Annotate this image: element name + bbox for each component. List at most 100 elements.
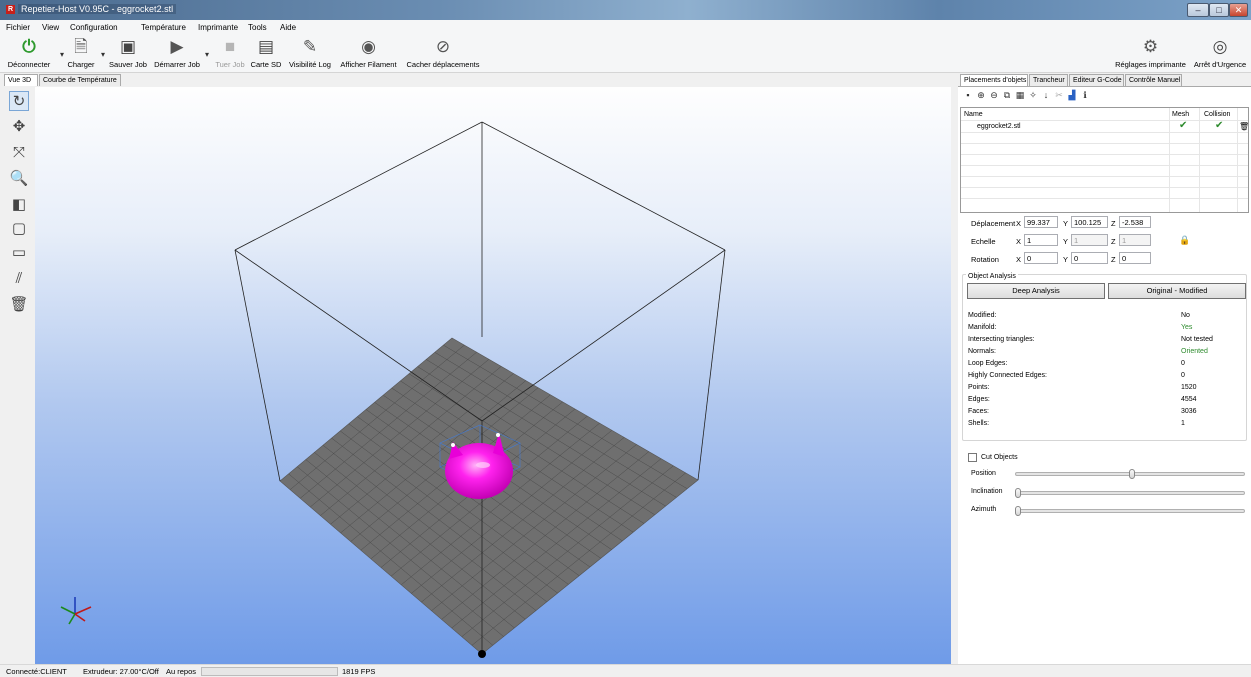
translation-y-input[interactable]: 100.125: [1071, 216, 1108, 228]
tab-3d-view[interactable]: Vue 3D: [4, 74, 38, 86]
emergency-stop-label: Arrêt d'Urgence: [1193, 60, 1247, 69]
inclination-slider[interactable]: [1015, 491, 1245, 495]
object-placement-panel: ▪ ⊕ ⊖ ⧉ ▦ ✧ ↓ ✂ ▟ ℹ Name Mesh Collision …: [958, 86, 1251, 664]
object-name: eggrocket2.stl: [977, 123, 1021, 130]
mesh-ok-icon: ✔: [1179, 120, 1188, 131]
delete-row-icon[interactable]: 🗑: [1239, 122, 1249, 131]
app-icon: R: [6, 5, 15, 14]
copy-object-icon[interactable]: ⧉: [1001, 90, 1013, 101]
scale-y-input[interactable]: 1: [1071, 234, 1108, 246]
floppy-icon: ▣: [119, 37, 137, 56]
land-object-icon[interactable]: ▟: [1066, 90, 1078, 101]
disconnect-button[interactable]: ⏻ Déconnecter: [2, 35, 56, 73]
menu-temperature[interactable]: Température: [141, 23, 186, 32]
inclination-label: Inclination: [971, 488, 1003, 495]
kill-job-button[interactable]: ■ Tuer Job: [212, 35, 248, 73]
tab-slicer[interactable]: Trancheur: [1029, 74, 1068, 86]
tab-temperature-curve[interactable]: Courbe de Température: [39, 74, 121, 86]
top-view-icon[interactable]: ▭: [9, 243, 29, 263]
scale-x-input[interactable]: 1: [1024, 234, 1058, 246]
tab-gcode-editor[interactable]: Editeur G-Code: [1069, 74, 1124, 86]
column-header-collision[interactable]: Collision: [1204, 111, 1230, 118]
analysis-value: 1: [1181, 420, 1185, 427]
show-filament-button[interactable]: ◉ Afficher Filament: [336, 35, 401, 73]
rotation-y-input[interactable]: 0: [1071, 252, 1108, 264]
menu-printer[interactable]: Imprimante: [198, 23, 238, 32]
minimize-button[interactable]: –: [1187, 3, 1209, 17]
connection-status: Connecté:CLIENT: [6, 667, 67, 676]
start-job-label: Démarrer Job: [154, 60, 200, 69]
play-icon: ▶: [170, 37, 184, 56]
tab-manual-control[interactable]: Contrôle Manuel: [1125, 74, 1182, 86]
emergency-stop-button[interactable]: ◎ Arrêt d'Urgence: [1190, 35, 1250, 73]
menu-tools[interactable]: Tools: [248, 23, 267, 32]
zoom-icon[interactable]: 🔍: [9, 169, 29, 189]
sd-card-button[interactable]: ▤ Carte SD: [248, 35, 284, 73]
position-slider-thumb[interactable]: [1129, 469, 1136, 479]
iso-view-icon[interactable]: ◧: [9, 195, 29, 215]
parallel-projection-icon[interactable]: ⫽: [9, 269, 29, 289]
azimuth-slider-thumb[interactable]: [1015, 506, 1021, 516]
printer-settings-button[interactable]: ⚙ Réglages imprimante: [1112, 35, 1189, 73]
menu-view[interactable]: View: [42, 23, 59, 32]
table-row[interactable]: eggrocket2.stl ✔ ✔ 🗑: [961, 120, 1249, 132]
analysis-value: 0: [1181, 360, 1185, 367]
scale-z-input[interactable]: 1: [1119, 234, 1151, 246]
analysis-label: Modified:: [968, 312, 997, 319]
panel-splitter[interactable]: [951, 74, 958, 664]
translation-y-label: Y: [1063, 219, 1069, 228]
analysis-label: Highly Connected Edges:: [968, 372, 1047, 379]
maximize-button[interactable]: □: [1209, 3, 1229, 17]
save-job-button[interactable]: ▣ Sauver Job: [105, 35, 151, 73]
rotate-view-icon[interactable]: ↻: [9, 91, 29, 111]
menu-configuration[interactable]: Configuration: [70, 23, 118, 32]
autoposition-icon[interactable]: ▦: [1014, 90, 1026, 101]
translation-z-input[interactable]: -2.538: [1119, 216, 1151, 228]
drop-object-icon[interactable]: ↓: [1040, 90, 1052, 100]
power-icon: ⏻: [22, 37, 36, 56]
rotation-z-input[interactable]: 0: [1119, 252, 1151, 264]
save-icon[interactable]: ▪: [962, 90, 974, 100]
emergency-stop-icon: ◎: [1212, 37, 1228, 56]
center-object-icon[interactable]: ✧: [1027, 90, 1039, 101]
front-view-icon[interactable]: ▢: [9, 219, 29, 239]
cut-icon[interactable]: ✂: [1053, 90, 1065, 101]
close-button[interactable]: ✕: [1229, 3, 1248, 17]
log-visibility-button[interactable]: ✎ Visibilité Log: [285, 35, 335, 73]
menu-bar: Fichier View Configuration Température I…: [0, 20, 1251, 35]
move-object-icon[interactable]: ⤧: [9, 143, 29, 163]
sd-card-icon: ▤: [257, 37, 275, 56]
menu-help[interactable]: Aide: [280, 23, 296, 32]
column-header-mesh[interactable]: Mesh: [1172, 111, 1189, 118]
start-dropdown-arrow[interactable]: ▾: [205, 50, 209, 59]
rotation-x-input[interactable]: 0: [1024, 252, 1058, 264]
rotation-x-label: X: [1016, 255, 1022, 264]
translation-x-input[interactable]: 99.337: [1024, 216, 1058, 228]
title-bar: R Repetier-Host V0.95C - eggrocket2.stl …: [0, 0, 1251, 20]
cut-objects-checkbox[interactable]: [968, 453, 977, 462]
object-list-table: Name Mesh Collision eggrocket2.stl ✔ ✔ 🗑: [960, 107, 1249, 213]
hide-moves-button[interactable]: ⊘ Cacher déplacements: [402, 35, 484, 73]
remove-object-icon[interactable]: ⊖: [988, 90, 1000, 101]
original-modified-button[interactable]: Original - Modified: [1108, 283, 1246, 299]
load-label: Charger: [67, 60, 95, 69]
tab-object-placement[interactable]: Placements d'objets: [960, 74, 1028, 86]
move-view-icon[interactable]: ✥: [9, 117, 29, 137]
analysis-value: 3036: [1181, 408, 1197, 415]
inclination-slider-thumb[interactable]: [1015, 488, 1021, 498]
3d-viewport[interactable]: [35, 87, 951, 664]
deep-analysis-button[interactable]: Deep Analysis: [967, 283, 1105, 299]
trash-icon[interactable]: 🗑: [9, 295, 29, 315]
column-header-name[interactable]: Name: [964, 111, 983, 118]
info-icon[interactable]: ℹ: [1079, 90, 1091, 101]
scale-x-label: X: [1016, 237, 1022, 246]
add-object-icon[interactable]: ⊕: [975, 90, 987, 101]
start-job-button[interactable]: ▶ Démarrer Job: [152, 35, 202, 73]
menu-file[interactable]: Fichier: [6, 23, 30, 32]
gears-icon: ⚙: [1142, 37, 1159, 56]
analysis-label: Normals:: [968, 348, 997, 355]
translation-label: Déplacement: [971, 219, 1016, 228]
azimuth-slider[interactable]: [1015, 509, 1245, 513]
lock-icon[interactable]: 🔒: [1179, 235, 1190, 246]
load-button[interactable]: 🗎 Charger: [63, 35, 99, 73]
